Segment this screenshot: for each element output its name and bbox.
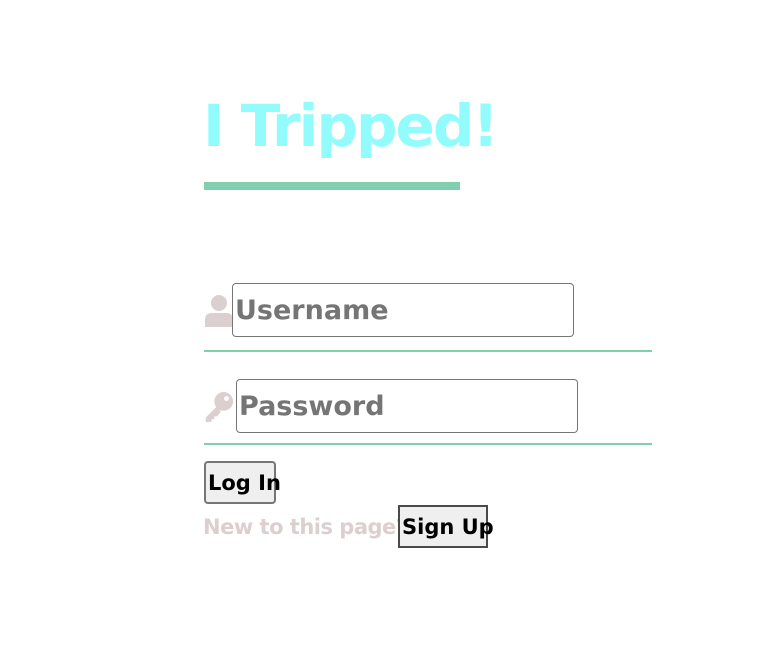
username-input[interactable] (232, 283, 574, 337)
login-button[interactable]: Log In (204, 461, 281, 504)
user-icon (205, 295, 233, 327)
username-underline (204, 350, 652, 352)
signup-button[interactable]: Sign Up (398, 505, 494, 548)
password-input[interactable] (236, 379, 578, 433)
login-page: I Tripped! Log In New to this page? Sign… (0, 0, 778, 650)
password-underline (204, 443, 652, 445)
page-title: I Tripped! (203, 92, 499, 160)
signup-prompt: New to this page? (203, 515, 408, 539)
key-icon (205, 392, 234, 422)
title-underline (204, 182, 460, 190)
